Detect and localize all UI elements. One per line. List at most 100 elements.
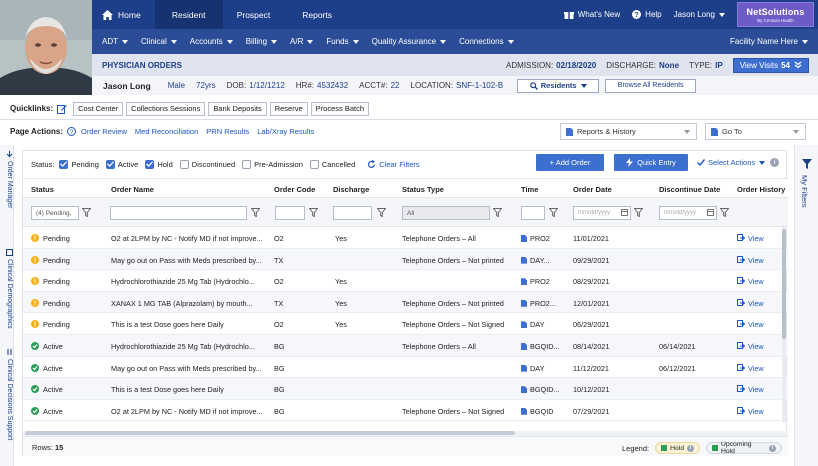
tab-home[interactable]: Home	[92, 0, 155, 29]
quick-entry-button[interactable]: Quick Entry	[614, 154, 688, 171]
vertical-scrollbar[interactable]	[782, 227, 786, 423]
cell-hist[interactable]: View	[737, 234, 764, 243]
info-icon[interactable]: i	[769, 444, 776, 452]
discharge-filter-input[interactable]	[333, 206, 372, 220]
scrollbar-thumb[interactable]	[25, 431, 515, 435]
link-order-review[interactable]: Order Review	[81, 127, 127, 136]
link-med-reconciliation[interactable]: Med Reconciliation	[135, 127, 198, 136]
menu-connections[interactable]: Connections	[459, 37, 514, 46]
time-filter-input[interactable]	[521, 206, 545, 220]
residents-dropdown[interactable]: Residents	[517, 78, 600, 93]
column-header-order-code[interactable]: Order Code	[274, 185, 315, 194]
menu-accounts[interactable]: Accounts	[190, 37, 233, 46]
column-header-order-history[interactable]: Order History	[737, 185, 785, 194]
reports-history-dropdown[interactable]: Reports & History	[560, 123, 697, 140]
add-order-button[interactable]: + Add Order	[536, 154, 604, 171]
sidebar-item-order-manager[interactable]: Order Manager	[6, 151, 13, 208]
filter-icon[interactable]	[493, 208, 502, 217]
column-header-discontinue-date[interactable]: Discontinue Date	[659, 185, 720, 194]
filter-icon[interactable]	[549, 208, 558, 217]
filter-icon[interactable]	[377, 208, 386, 217]
table-row[interactable]: Pending XANAX 1 MG TAB (Alprazolam) by mo…	[23, 291, 788, 314]
table-row[interactable]: Pending This is a test Dose goes here Dai…	[23, 313, 788, 335]
filter-icon[interactable]	[634, 208, 643, 217]
table-row[interactable]: Pending O2 at 2LPM by NC - Notify MD if n…	[23, 227, 788, 249]
column-header-status-type[interactable]: Status Type	[402, 185, 444, 194]
column-header-discharge[interactable]: Discharge	[333, 185, 369, 194]
menu-billing[interactable]: Billing	[246, 37, 278, 46]
sidebar-item-clinical-demographics[interactable]: Clinical Demographics	[6, 249, 13, 329]
checkbox-box[interactable]	[309, 159, 319, 169]
status-type-filter-select[interactable]: All	[402, 206, 490, 220]
my-filters-tab[interactable]: My Filters	[800, 175, 809, 208]
column-header-status[interactable]: Status	[31, 185, 54, 194]
filter-icon[interactable]	[82, 208, 91, 217]
browse-all-residents-button[interactable]: Browse All Residents	[605, 78, 697, 93]
whats-new-link[interactable]: What's New	[563, 10, 620, 19]
table-row[interactable]: Pending Hydrochlorothiazide 25 Mg Tab (Hy…	[23, 270, 788, 292]
calendar-icon[interactable]	[621, 208, 628, 216]
calendar-icon[interactable]	[707, 208, 714, 216]
link-lab-xray-results[interactable]: Lab/Xray Results	[257, 127, 314, 136]
filter-icon[interactable]	[720, 208, 729, 217]
checkbox-box[interactable]	[59, 159, 69, 169]
edit-icon[interactable]	[57, 104, 67, 114]
quicklink-reserve[interactable]: Reserve	[269, 101, 308, 116]
table-row[interactable]: Pending May go out on Pass with Meds pres…	[23, 248, 788, 271]
column-header-order-date[interactable]: Order Date	[573, 185, 612, 194]
view-visits-button[interactable]: View Visits 54	[732, 57, 809, 73]
scrollbar-thumb[interactable]	[782, 229, 786, 339]
select-actions-dropdown[interactable]: Select Actions i	[697, 158, 780, 167]
column-header-time[interactable]: Time	[521, 185, 538, 194]
menu-ar[interactable]: A/R	[290, 37, 314, 46]
status-checkbox-discontinued[interactable]: Discontinued	[179, 159, 235, 169]
table-row[interactable]: Active This is a test Dose goes here Dail…	[23, 378, 788, 400]
cell-hist[interactable]: View	[737, 406, 764, 416]
status-filter-select[interactable]: (4) Pending,	[31, 206, 79, 220]
filter-icon[interactable]	[251, 208, 260, 217]
checkbox-box[interactable]	[145, 159, 155, 169]
status-checkbox-active[interactable]: Active	[105, 159, 138, 169]
info-icon[interactable]: i	[770, 158, 780, 167]
order-name-filter-input[interactable]	[110, 206, 247, 220]
status-checkbox-pending[interactable]: Pending	[59, 159, 99, 169]
help-link[interactable]: ? Help	[632, 10, 662, 19]
status-checkbox-cancelled[interactable]: Cancelled	[309, 159, 355, 169]
goto-dropdown[interactable]: Go To	[705, 123, 806, 140]
menu-quality-assurance[interactable]: Quality Assurance	[372, 37, 447, 46]
facility-selector[interactable]: Facility Name Here	[730, 37, 808, 46]
quicklink-process-batch[interactable]: Process Batch	[310, 101, 370, 116]
quicklink-collections-sessions[interactable]: Collections Sessions	[126, 101, 206, 116]
checkbox-box[interactable]	[242, 159, 252, 169]
menu-clinical[interactable]: Clinical	[141, 37, 177, 46]
status-checkbox-pre-admission[interactable]: Pre-Admission	[242, 159, 303, 169]
tab-reports[interactable]: Reports	[284, 0, 350, 29]
user-menu[interactable]: Jason Long	[674, 10, 725, 19]
column-header-order-name[interactable]: Order Name	[111, 185, 154, 194]
help-icon[interactable]: ?	[67, 126, 77, 136]
info-icon[interactable]: i	[687, 444, 695, 452]
table-row[interactable]: Active Hydrochlorothiazide 25 Mg Tab (Hyd…	[23, 335, 788, 357]
link-prn-results[interactable]: PRN Results	[206, 127, 249, 136]
cell-hist[interactable]: View	[737, 363, 764, 373]
cell-hist[interactable]: View	[737, 298, 764, 308]
quicklink-bank-deposits[interactable]: Bank Deposits	[208, 101, 267, 116]
checkbox-box[interactable]	[179, 159, 189, 169]
table-row[interactable]: Active May go out on Pass with Meds presc…	[23, 357, 788, 379]
filter-icon[interactable]	[802, 159, 812, 169]
menu-funds[interactable]: Funds	[326, 37, 359, 46]
filter-icon[interactable]	[309, 208, 318, 217]
quicklink-cost-center[interactable]: Cost Center	[73, 101, 124, 116]
cell-hist[interactable]: View	[737, 342, 764, 351]
tab-resident[interactable]: Resident	[154, 0, 223, 29]
checkbox-box[interactable]	[105, 159, 115, 169]
cell-hist[interactable]: View	[737, 255, 764, 265]
menu-adt[interactable]: ADT	[102, 37, 128, 46]
clear-filters-button[interactable]: Clear Filters	[367, 159, 420, 169]
cell-hist[interactable]: View	[737, 277, 764, 286]
sidebar-item-clinical-decisions-support[interactable]: Clinical Decisions Support	[6, 349, 13, 440]
cell-hist[interactable]: View	[737, 385, 764, 394]
tab-prospect[interactable]: Prospect	[223, 0, 285, 29]
order-code-filter-input[interactable]	[275, 206, 305, 220]
cell-hist[interactable]: View	[737, 320, 764, 329]
